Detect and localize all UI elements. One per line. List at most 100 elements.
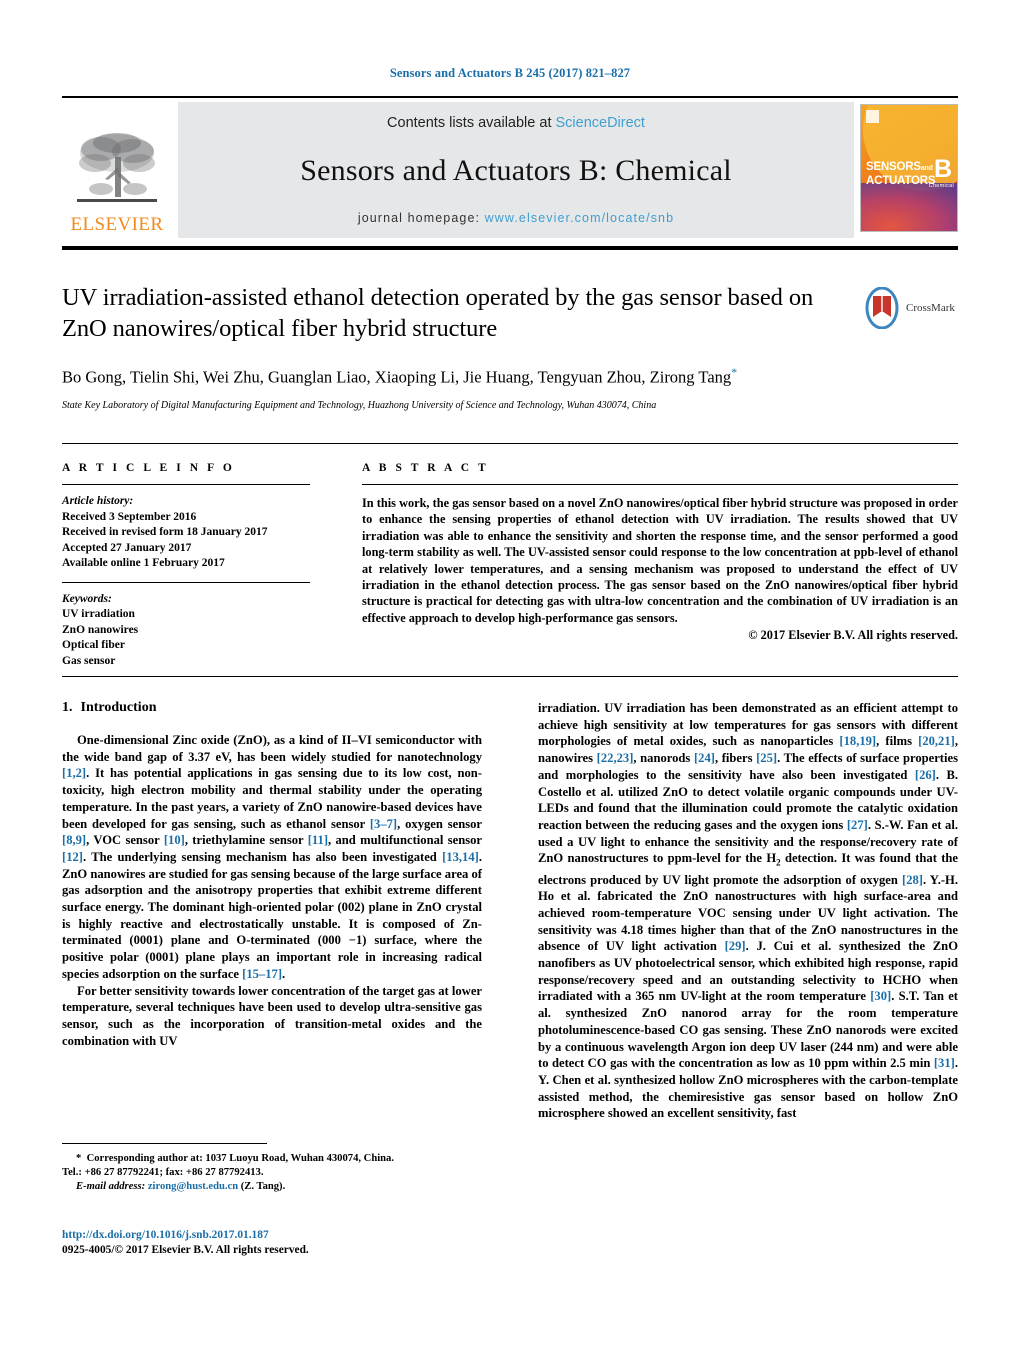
corresponding-author-marker: * (731, 365, 738, 379)
citation-ref[interactable]: [31] (934, 1056, 955, 1070)
paragraph: irradiation. UV irradiation has been dem… (538, 700, 958, 1122)
article-page: Sensors and Actuators B 245 (2017) 821–8… (0, 0, 1020, 1351)
abstract-heading: A B S T R A C T (362, 462, 489, 474)
info-abstract-row: A R T I C L E I N F O Article history: R… (62, 462, 958, 669)
citation-ref[interactable]: [20,21] (918, 734, 955, 748)
elsevier-logo: ELSEVIER (62, 98, 172, 242)
doi-block: http://dx.doi.org/10.1016/j.snb.2017.01.… (62, 1228, 482, 1258)
author-names: Bo Gong, Tielin Shi, Wei Zhu, Guanglan L… (62, 367, 732, 387)
text-run: , oxygen sensor (397, 816, 482, 831)
text-run: , fibers (714, 751, 757, 766)
citation-ref[interactable]: [11] (308, 833, 328, 847)
cover-and: and (920, 165, 933, 172)
abstract-copyright: © 2017 Elsevier B.V. All rights reserved… (748, 628, 958, 643)
text-run: , triethylamine sensor (184, 833, 308, 848)
doi-link[interactable]: http://dx.doi.org/10.1016/j.snb.2017.01.… (62, 1228, 482, 1243)
journal-masthead: ELSEVIER Contents lists available at Sci… (62, 96, 958, 242)
citation-ref[interactable]: [28] (902, 873, 923, 887)
elsevier-wordmark: ELSEVIER (70, 214, 164, 235)
section-heading-introduction: 1. Introduction (62, 700, 482, 716)
corresponding-author-note: * Corresponding author at: 1037 Luoyu Ro… (62, 1152, 482, 1166)
citation-ref[interactable]: [27] (847, 818, 868, 832)
page-title: UV irradiation-assisted ethanol detectio… (62, 284, 814, 342)
author-list: Bo Gong, Tielin Shi, Wei Zhu, Guanglan L… (62, 361, 862, 389)
article-info-column: A R T I C L E I N F O Article history: R… (62, 462, 334, 669)
citation-ref[interactable]: [18,19] (839, 734, 876, 748)
keyword-item: UV irradiation (62, 608, 135, 620)
citation-ref[interactable]: [3–7] (370, 817, 397, 831)
title-block: UV irradiation-assisted ethanol detectio… (62, 282, 862, 412)
keywords-divider (62, 581, 310, 583)
affiliation: State Key Laboratory of Digital Manufact… (62, 399, 657, 411)
telephone-fax-line: Tel.: +86 27 87792241; fax: +86 27 87792… (62, 1167, 264, 1178)
sciencedirect-link[interactable]: ScienceDirect (556, 115, 645, 131)
contents-prefix: Contents lists available at (387, 115, 556, 131)
paragraph: One-dimensional Zinc oxide (ZnO), as a k… (62, 732, 482, 983)
body-left-column: 1. Introduction One-dimensional Zinc oxid… (62, 700, 482, 1122)
cover-splash-decoration (861, 183, 957, 231)
body-columns: 1. Introduction One-dimensional Zinc oxid… (62, 700, 958, 1122)
section-number: 1. (62, 700, 73, 715)
crossmark-badge[interactable]: CrossMark (862, 285, 958, 331)
email-link[interactable]: zirong@hust.edu.cn (148, 1181, 238, 1192)
journal-cover-thumbnail: SENSORSand ACTUATORS B Chemical (860, 104, 958, 232)
masthead-bottom-rule (62, 246, 958, 250)
history-revised: Received in revised form 18 January 2017 (62, 526, 268, 538)
text-run: . The underlying sensing mechanism has a… (82, 849, 443, 864)
journal-homepage-line: journal homepage: www.elsevier.com/locat… (358, 211, 674, 225)
crossmark-label: CrossMark (906, 302, 955, 314)
email-line: E-mail address: zirong@hust.edu.cn (Z. T… (62, 1180, 482, 1194)
footnote-marker: * (76, 1153, 82, 1164)
text-run: , VOC sensor (86, 833, 164, 848)
citation-ref[interactable]: [26] (915, 768, 936, 782)
elsevier-tree-icon (77, 133, 157, 202)
abstract-column: A B S T R A C T In this work, the gas se… (334, 462, 958, 669)
keyword-item: ZnO nanowires (62, 623, 139, 636)
citation-ref[interactable]: [25] (756, 751, 777, 765)
history-available-online: Available online 1 February 2017 (62, 557, 225, 569)
text-run: , films (876, 734, 919, 749)
cover-elsevier-mini-logo (866, 110, 879, 123)
cover-line1: SENSORS (866, 161, 921, 173)
body-top-rule (62, 676, 958, 677)
text-run: , nanorods (633, 751, 694, 766)
body-right-column: irradiation. UV irradiation has been dem… (538, 700, 958, 1122)
citation-ref[interactable]: [22,23] (597, 751, 634, 765)
citation-ref[interactable]: [24] (694, 751, 715, 765)
citation-ref[interactable]: [30] (870, 989, 891, 1003)
history-received: Received 3 September 2016 (62, 510, 197, 523)
abstract-divider (362, 484, 958, 485)
text-run: , and multifunctional sensor (328, 833, 483, 848)
article-history-label: Article history: (62, 495, 134, 507)
keywords-label: Keywords: (62, 592, 112, 605)
history-accepted: Accepted 27 January 2017 (62, 541, 192, 554)
citation-ref[interactable]: [15–17] (242, 967, 282, 981)
crossmark-icon (865, 287, 899, 329)
footnote-block: * Corresponding author at: 1037 Luoyu Ro… (62, 1152, 482, 1194)
section-title: Introduction (80, 700, 157, 715)
email-owner: (Z. Tang). (240, 1181, 286, 1192)
citation-ref[interactable]: [8,9] (62, 833, 86, 847)
contents-available-line: Contents lists available at ScienceDirec… (387, 115, 645, 131)
issn-copyright-line: 0925-4005/© 2017 Elsevier B.V. All right… (62, 1244, 309, 1256)
article-info-heading: A R T I C L E I N F O (62, 462, 235, 474)
citation-ref[interactable]: [10] (164, 833, 185, 847)
keywords-block: Keywords: UV irradiation ZnO nanowires O… (62, 592, 334, 670)
homepage-url-link[interactable]: www.elsevier.com/locate/snb (485, 211, 675, 225)
corresponding-text: Corresponding author at: 1037 Luoyu Road… (86, 1153, 394, 1164)
homepage-prefix: journal homepage: (357, 211, 485, 225)
citation-ref[interactable]: [12] (62, 850, 83, 864)
text-run: . (282, 966, 286, 981)
abstract-text: In this work, the gas sensor based on a … (362, 496, 958, 625)
journal-title: Sensors and Actuators B: Chemical (300, 154, 732, 187)
citation-ref[interactable]: [29] (725, 939, 746, 953)
text-run: . ZnO nanowires are studied for gas sens… (62, 849, 482, 981)
paragraph: For better sensitivity towards lower con… (62, 983, 482, 1048)
cover-series-subtitle: Chemical (928, 183, 954, 189)
keyword-item: Optical fiber (62, 639, 125, 651)
keyword-item: Gas sensor (62, 654, 116, 667)
citation-ref[interactable]: [1,2] (62, 766, 86, 780)
cover-line2: ACTUATORS (866, 175, 936, 187)
citation-ref[interactable]: [13,14] (442, 850, 479, 864)
footnote-rule (62, 1143, 267, 1144)
